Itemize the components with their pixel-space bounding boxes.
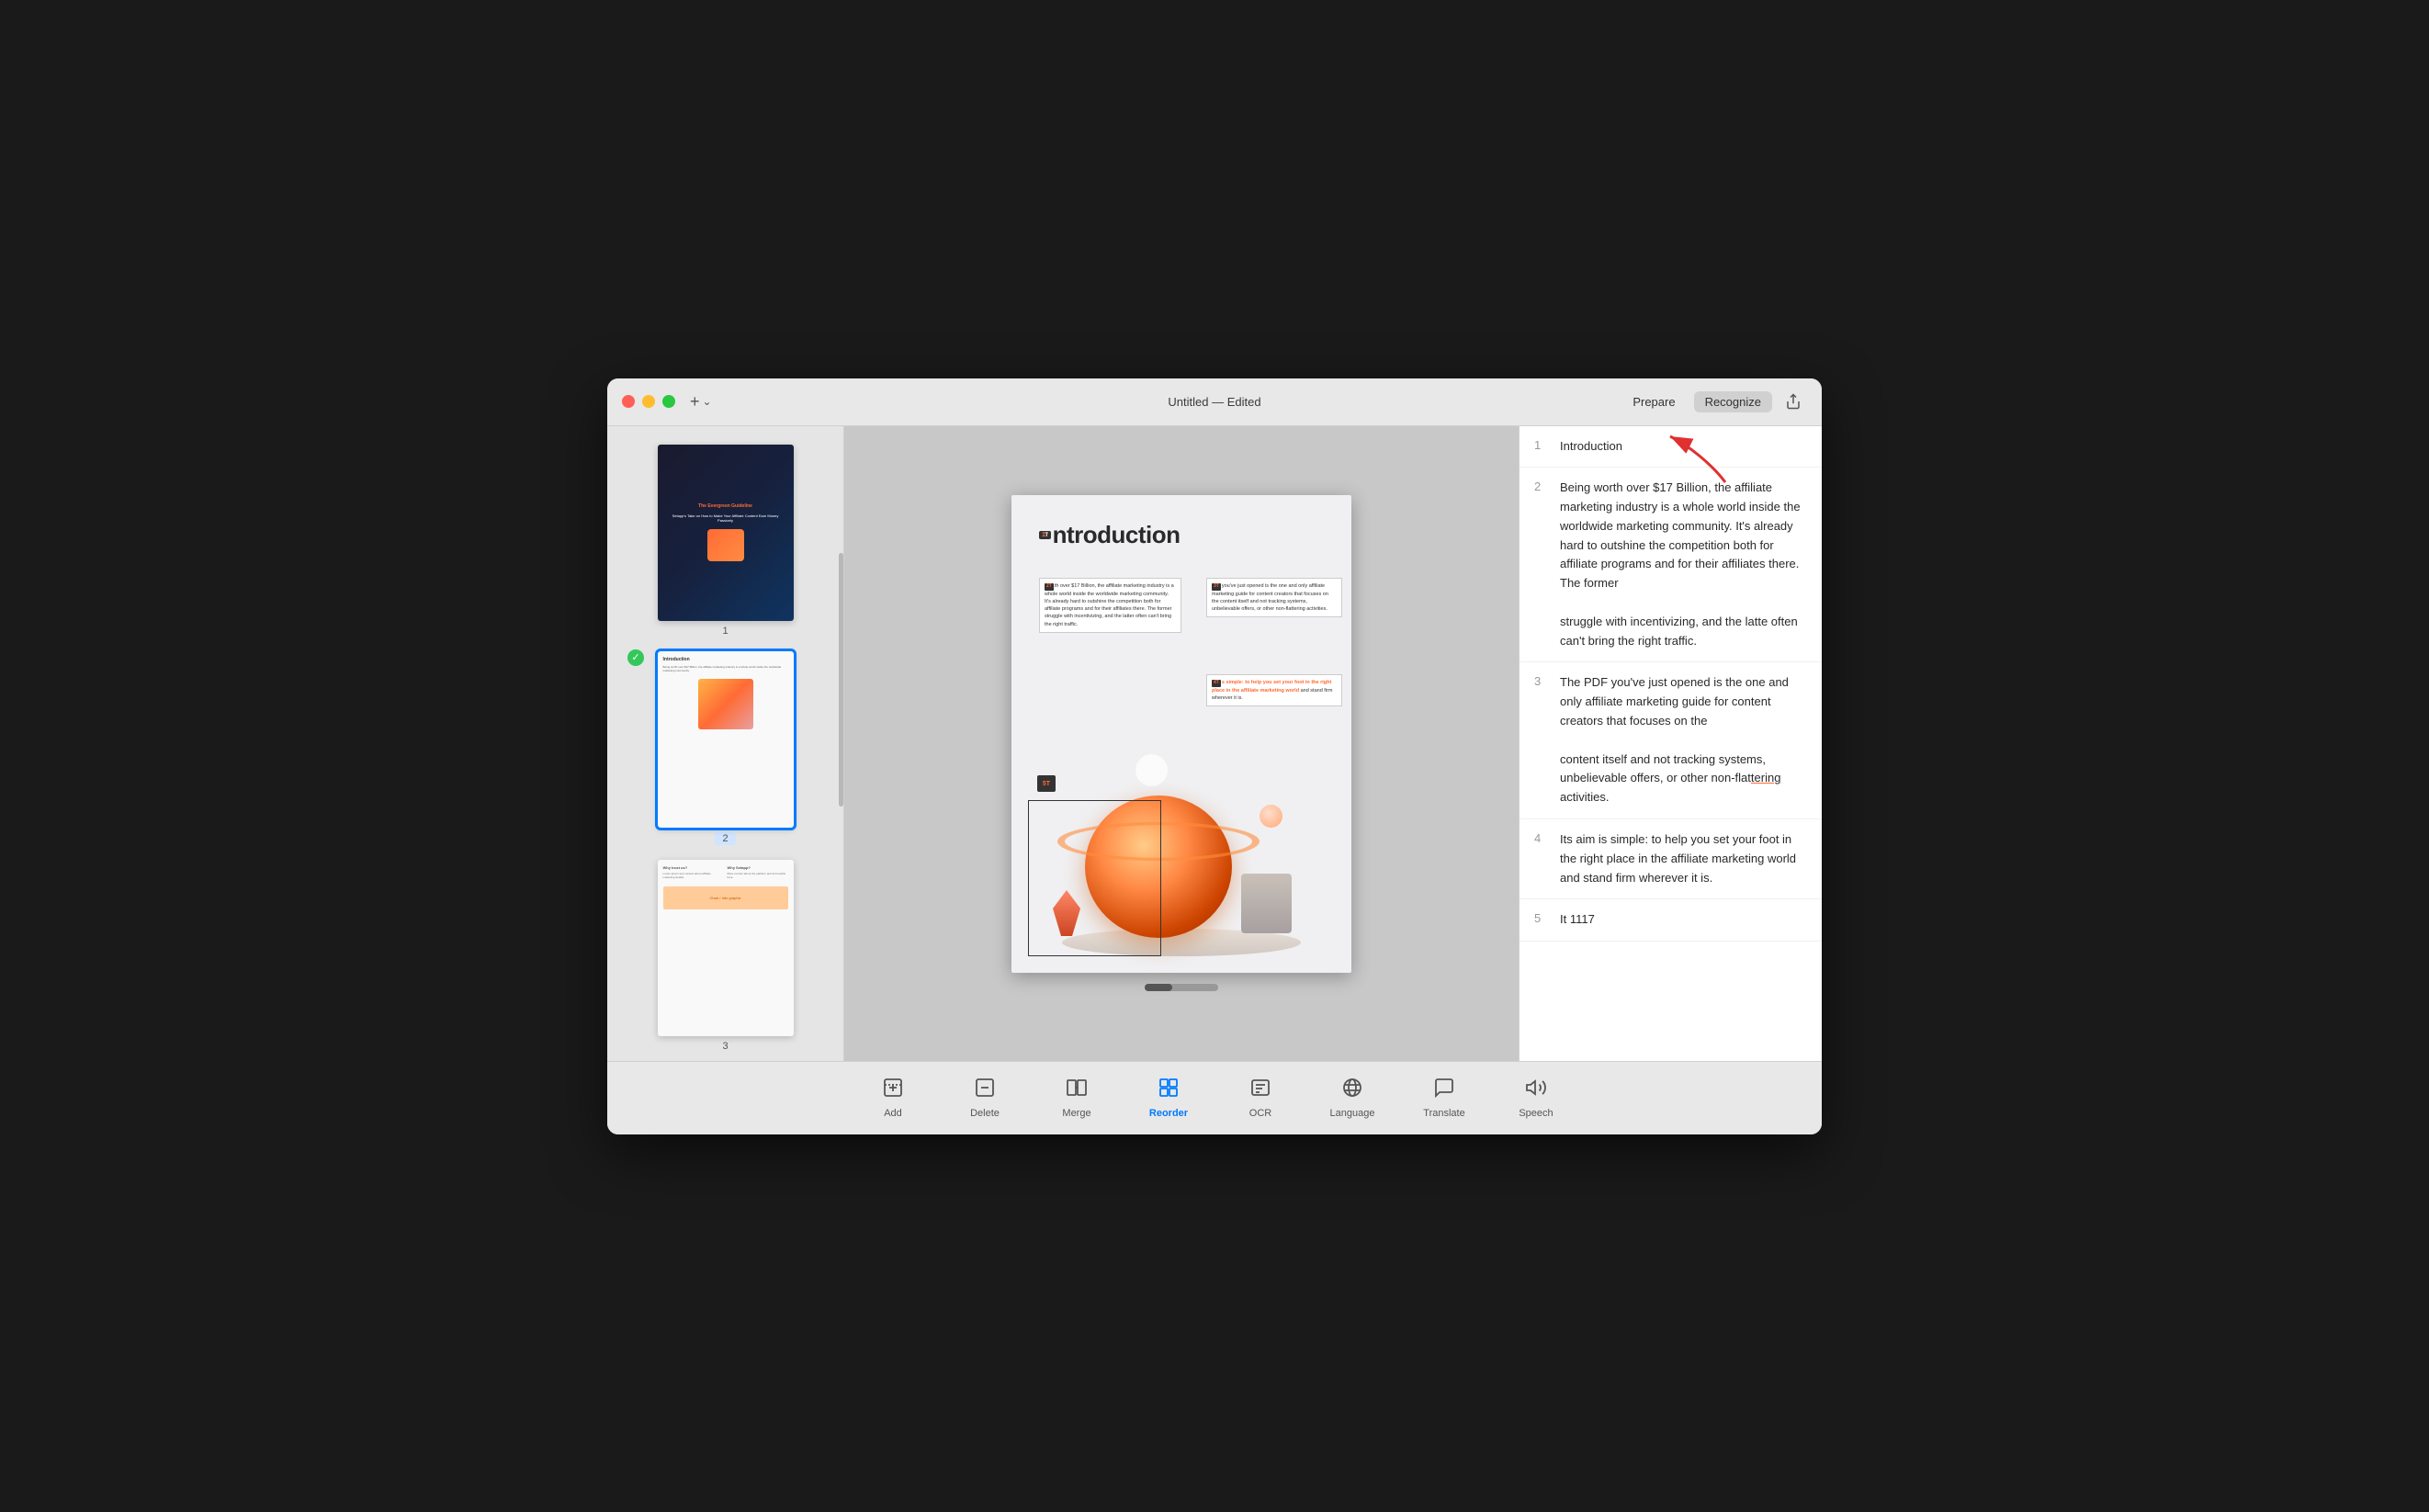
traffic-lights bbox=[622, 395, 675, 408]
ocr-text-2: Being worth over $17 Billion, the affili… bbox=[1560, 479, 1807, 650]
thumbnail-page-4[interactable]: Why trust us? Content details about trus… bbox=[607, 1059, 843, 1061]
thumb-1-sub: Setapp's Take on How to Make Your Affili… bbox=[669, 513, 783, 524]
bottom-toolbar: Add Delete Merge bbox=[607, 1061, 1822, 1134]
window-title: Untitled — Edited bbox=[1168, 395, 1260, 409]
badge-4: 4T bbox=[1212, 680, 1221, 687]
ocr-item-5: 5 It 1117 bbox=[1520, 899, 1822, 942]
image-frame bbox=[1028, 800, 1161, 956]
ocr-icon bbox=[1249, 1077, 1271, 1104]
language-icon bbox=[1341, 1077, 1363, 1104]
page-num-2: 2 bbox=[715, 832, 735, 845]
badge-2: 2T bbox=[1045, 583, 1054, 591]
close-button[interactable] bbox=[622, 395, 635, 408]
delete-icon bbox=[974, 1077, 996, 1104]
tool-merge[interactable]: Merge bbox=[1031, 1069, 1123, 1126]
tool-ocr[interactable]: OCR bbox=[1214, 1069, 1306, 1126]
toolbar-buttons: Prepare Recognize bbox=[1621, 388, 1807, 415]
check-badge: ✓ bbox=[627, 649, 644, 666]
translate-label: Translate bbox=[1423, 1108, 1464, 1119]
maximize-button[interactable] bbox=[662, 395, 675, 408]
thumb-img-3: Why trust us? Lorem ipsum text content a… bbox=[658, 860, 794, 1036]
thumbnail-page-2[interactable]: ✓ Introduction Being worth over $17 Bill… bbox=[607, 644, 843, 852]
minimize-button[interactable] bbox=[642, 395, 655, 408]
reorder-label: Reorder bbox=[1149, 1108, 1188, 1119]
sidebar-scrollbar[interactable] bbox=[839, 553, 843, 807]
translate-icon bbox=[1433, 1077, 1455, 1104]
speech-icon bbox=[1525, 1077, 1547, 1104]
ocr-num-4: 4 bbox=[1534, 831, 1549, 845]
doc-title-area: 1Tntroduction bbox=[1039, 521, 1324, 549]
add-icon: + bbox=[690, 392, 700, 412]
recognize-button[interactable]: Recognize bbox=[1694, 391, 1772, 412]
reorder-icon bbox=[1158, 1077, 1180, 1104]
merge-icon bbox=[1066, 1077, 1088, 1104]
tool-translate[interactable]: Translate bbox=[1398, 1069, 1490, 1126]
app-window: + ⌄ Untitled — Edited Prepare Recognize bbox=[607, 378, 1822, 1134]
ocr-text-4: Its aim is simple: to help you set your … bbox=[1560, 830, 1807, 887]
thumb-img-2: Introduction Being worth over $17 Billio… bbox=[658, 651, 794, 828]
tool-add[interactable]: Add bbox=[847, 1069, 939, 1126]
main-content: The Evergreen Guideline Setapp's Take on… bbox=[607, 426, 1822, 1061]
add-label: Add bbox=[884, 1108, 902, 1119]
tool-reorder[interactable]: Reorder bbox=[1123, 1069, 1214, 1126]
thumb-1-title: The Evergreen Guideline bbox=[698, 503, 752, 510]
ocr-item-1: 1 Introduction bbox=[1520, 426, 1822, 468]
share-button[interactable] bbox=[1779, 388, 1807, 415]
speech-label: Speech bbox=[1519, 1108, 1553, 1119]
doc-scroll-area bbox=[1145, 984, 1218, 991]
ocr-num-5: 5 bbox=[1534, 911, 1549, 925]
document-page: 1Tntroduction 2Tth over $17 Billion, the… bbox=[1011, 495, 1351, 973]
thumbnail-page-3[interactable]: Why trust us? Lorem ipsum text content a… bbox=[607, 852, 843, 1059]
title-bar: + ⌄ Untitled — Edited Prepare Recognize bbox=[607, 378, 1822, 426]
ocr-text-1: Introduction bbox=[1560, 437, 1622, 457]
tool-language[interactable]: Language bbox=[1306, 1069, 1398, 1126]
ocr-num-1: 1 bbox=[1534, 438, 1549, 452]
ocr-item-4: 4 Its aim is simple: to help you set you… bbox=[1520, 819, 1822, 899]
thumb-2-img bbox=[698, 679, 753, 729]
delete-label: Delete bbox=[970, 1108, 1000, 1119]
tool-speech[interactable]: Speech bbox=[1490, 1069, 1582, 1126]
text-block-2: 2Tth over $17 Billion, the affiliate mar… bbox=[1039, 578, 1181, 633]
doc-main-title: 1Tntroduction bbox=[1039, 521, 1324, 549]
add-page-button[interactable]: + ⌄ bbox=[690, 392, 712, 412]
thumb-img-1: The Evergreen Guideline Setapp's Take on… bbox=[658, 445, 794, 621]
thumb-2-text: Being worth over $17 Billion, the affili… bbox=[663, 665, 788, 672]
machine-element bbox=[1241, 874, 1292, 933]
ocr-num-2: 2 bbox=[1534, 480, 1549, 493]
ocr-item-2: 2 Being worth over $17 Billion, the affi… bbox=[1520, 468, 1822, 662]
add-icon bbox=[882, 1077, 904, 1104]
ocr-item-3: 3 The PDF you've just opened is the one … bbox=[1520, 662, 1822, 819]
cloud-element bbox=[1135, 754, 1168, 786]
sidebar: The Evergreen Guideline Setapp's Take on… bbox=[607, 426, 844, 1061]
thumbnail-page-1[interactable]: The Evergreen Guideline Setapp's Take on… bbox=[607, 437, 843, 644]
language-label: Language bbox=[1330, 1108, 1375, 1119]
thumb-1-icon bbox=[707, 529, 744, 561]
tool-delete[interactable]: Delete bbox=[939, 1069, 1031, 1126]
ocr-text-3: The PDF you've just opened is the one an… bbox=[1560, 673, 1807, 807]
page-num-1: 1 bbox=[722, 626, 728, 637]
chevron-icon: ⌄ bbox=[703, 395, 712, 408]
right-panel: 1 Introduction 2 Being worth over $17 Bi… bbox=[1519, 426, 1822, 1061]
ocr-label: OCR bbox=[1249, 1108, 1271, 1119]
thumb-2-title: Introduction bbox=[663, 657, 788, 662]
prepare-button[interactable]: Prepare bbox=[1621, 391, 1686, 412]
badge-3: 3T bbox=[1212, 583, 1221, 591]
ocr-num-3: 3 bbox=[1534, 674, 1549, 688]
title-badge-1: 1T bbox=[1039, 531, 1051, 539]
text-block-3: 3Tyou've just opened is the one and only… bbox=[1206, 578, 1342, 617]
small-sphere-1 bbox=[1260, 805, 1282, 828]
text-block-4: 4Ts simple: to help you set your foot in… bbox=[1206, 674, 1342, 706]
page-num-3: 3 bbox=[722, 1041, 728, 1052]
document-view: 1Tntroduction 2Tth over $17 Billion, the… bbox=[844, 426, 1519, 1061]
merge-label: Merge bbox=[1062, 1108, 1090, 1119]
ocr-text-5: It 1117 bbox=[1560, 910, 1595, 930]
